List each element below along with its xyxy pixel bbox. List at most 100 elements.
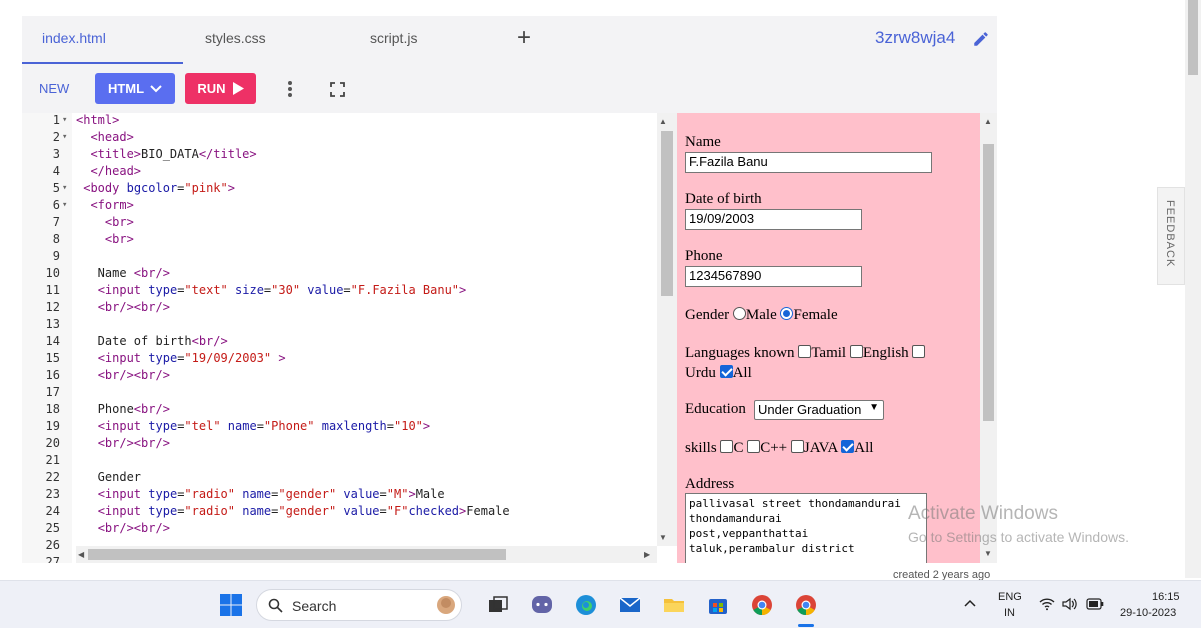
tab-styles-css[interactable]: styles.css — [205, 30, 266, 46]
code-line[interactable]: 14 Date of birth<br/> — [22, 333, 662, 350]
new-button[interactable]: NEW — [39, 81, 69, 96]
languages-all-checkbox[interactable] — [719, 365, 733, 378]
code-line[interactable]: 2 ▾ <head> — [22, 129, 662, 146]
code-text: <input type="19/09/2003" > — [97, 351, 286, 365]
fold-arrow-icon[interactable]: ▾ — [62, 180, 67, 197]
code-text: Name <br/> — [76, 266, 170, 280]
project-name[interactable]: 3zrw8wja4 — [875, 28, 955, 48]
microsoft-store-icon[interactable] — [706, 593, 730, 617]
select-chevron-icon: ▼ — [869, 402, 879, 413]
code-line[interactable]: 24 <input type="radio" name="gender" val… — [22, 503, 662, 520]
code-line[interactable]: 23 <input type="radio" name="gender" val… — [22, 486, 662, 503]
code-area[interactable]: 1 ▾ <html> 2 ▾ <head> 3 <title>BIO_DATA</titl… — [22, 113, 677, 563]
code-line[interactable]: 3 <title>BIO_DATA</title> — [22, 146, 662, 163]
code-text: <input type="radio" name="gender" value=… — [97, 487, 445, 501]
fold-arrow-icon[interactable]: ▾ — [62, 197, 67, 214]
line-number: 10 — [45, 266, 60, 280]
scroll-down-arrow-icon[interactable]: ▼ — [659, 533, 667, 542]
code-line[interactable]: 9 — [22, 248, 662, 265]
fullscreen-icon[interactable] — [330, 82, 345, 97]
edge-browser-icon[interactable] — [574, 593, 598, 617]
code-line[interactable]: 5 ▾ <body bgcolor="pink"> — [22, 180, 662, 197]
address-textarea[interactable]: pallivasal street thondamandurai thondam… — [685, 493, 927, 563]
dob-input[interactable]: 19/09/2003 — [685, 209, 862, 230]
windows-start-icon[interactable] — [219, 593, 243, 617]
code-line[interactable]: 20 <br/><br/> — [22, 435, 662, 452]
clock-date[interactable]: 29-10-2023 — [1120, 607, 1176, 619]
add-file-icon[interactable]: + — [517, 26, 531, 50]
line-number: 9 — [52, 249, 60, 263]
code-line[interactable]: 1 ▾ <html> — [22, 113, 662, 129]
fold-arrow-icon[interactable]: ▾ — [62, 129, 67, 146]
mail-icon[interactable] — [618, 593, 642, 617]
gender-male-radio[interactable] — [732, 307, 746, 320]
code-line[interactable]: 6 ▾ <form> — [22, 197, 662, 214]
language-region[interactable]: IN — [1004, 607, 1015, 619]
preview-scroll-down-icon[interactable]: ▼ — [984, 549, 992, 558]
battery-icon[interactable] — [1086, 598, 1104, 610]
line-number: 18 — [45, 402, 60, 416]
code-line[interactable]: 13 — [22, 316, 662, 333]
skill-java-label: JAVA — [803, 440, 838, 456]
gender-female-radio[interactable] — [780, 307, 794, 320]
line-number: 16 — [45, 368, 60, 382]
code-line[interactable]: 17 — [22, 384, 662, 401]
line-number: 6 — [52, 198, 60, 212]
code-horizontal-scroll-thumb[interactable] — [88, 549, 506, 560]
more-options-icon[interactable] — [286, 80, 294, 98]
code-line[interactable]: 15 <input type="19/09/2003" > — [22, 350, 662, 367]
code-line[interactable]: 21 — [22, 452, 662, 469]
edit-pencil-icon[interactable] — [972, 30, 990, 48]
html-language-button[interactable]: HTML — [95, 73, 175, 104]
feedback-tab[interactable]: FEEDBACK — [1157, 187, 1185, 285]
scroll-left-arrow-icon[interactable]: ◀ — [78, 550, 84, 559]
code-line[interactable]: 8 <br> — [22, 231, 662, 248]
line-number: 4 — [52, 164, 60, 178]
skill-cpp-checkbox[interactable] — [747, 440, 761, 453]
skill-all-checkbox[interactable] — [841, 440, 855, 453]
language-code[interactable]: ENG — [998, 591, 1022, 603]
skill-java-checkbox[interactable] — [790, 440, 804, 453]
page-scrollbar[interactable] — [1185, 0, 1201, 578]
english-checkbox[interactable] — [849, 345, 863, 358]
tab-script-js[interactable]: script.js — [370, 30, 417, 46]
skill-c-checkbox[interactable] — [720, 440, 734, 453]
chevron-up-icon[interactable] — [964, 599, 976, 607]
code-line[interactable]: 22 Gender — [22, 469, 662, 486]
code-line[interactable]: 19 <input type="tel" name="Phone" maxlen… — [22, 418, 662, 435]
code-vertical-scroll-thumb[interactable] — [661, 131, 673, 296]
file-explorer-icon[interactable] — [662, 593, 686, 617]
scroll-up-arrow-icon[interactable]: ▲ — [659, 117, 667, 126]
taskbar-search-box[interactable]: Search — [256, 589, 462, 621]
page-scroll-thumb[interactable] — [1188, 0, 1198, 75]
code-line[interactable]: 25 <br/><br/> — [22, 520, 662, 537]
code-line[interactable]: 12 <br/><br/> — [22, 299, 662, 316]
tab-index-html[interactable]: index.html — [42, 30, 106, 46]
preview-scroll-thumb[interactable] — [983, 144, 994, 421]
education-select[interactable]: Under Graduation ▼ — [754, 400, 884, 420]
code-line[interactable]: 18 Phone<br/> — [22, 401, 662, 418]
code-line[interactable]: 4 </head> — [22, 163, 662, 180]
speaker-icon[interactable] — [1062, 597, 1078, 611]
chrome-icon[interactable] — [750, 593, 774, 617]
wifi-icon[interactable] — [1039, 597, 1055, 611]
code-line[interactable]: 11 <input type="text" size="30" value="F… — [22, 282, 662, 299]
urdu-checkbox[interactable] — [912, 345, 926, 358]
chrome-active-icon[interactable] — [794, 593, 818, 617]
line-number: 20 — [45, 436, 60, 450]
teams-chat-icon[interactable] — [530, 593, 554, 617]
phone-input[interactable]: 1234567890 — [685, 266, 862, 287]
play-icon — [232, 82, 244, 95]
clock-time[interactable]: 16:15 — [1152, 591, 1180, 603]
tamil-checkbox[interactable] — [798, 345, 812, 358]
name-label: Name — [685, 134, 721, 150]
preview-scroll-up-icon[interactable]: ▲ — [984, 117, 992, 126]
code-line[interactable]: 7 <br> — [22, 214, 662, 231]
run-button[interactable]: RUN — [185, 73, 256, 104]
code-line[interactable]: 10 Name <br/> — [22, 265, 662, 282]
task-view-icon[interactable] — [486, 593, 510, 617]
scroll-right-arrow-icon[interactable]: ▶ — [644, 550, 650, 559]
code-line[interactable]: 16 <br/><br/> — [22, 367, 662, 384]
fold-arrow-icon[interactable]: ▾ — [62, 113, 67, 129]
name-input[interactable]: F.Fazila Banu — [685, 152, 932, 173]
